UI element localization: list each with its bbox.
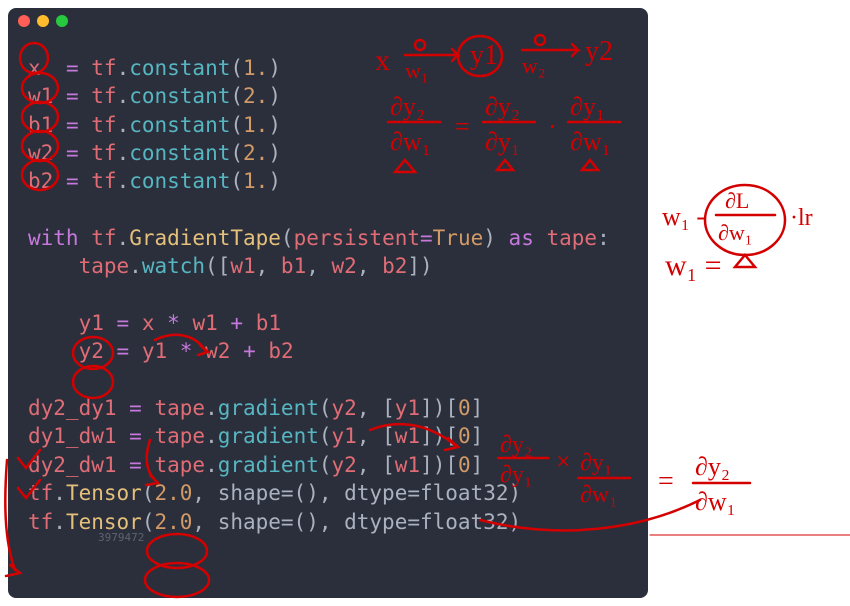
var-x: x (28, 56, 41, 80)
tensor-val-1: 2.0 (154, 481, 192, 505)
close-icon[interactable] (18, 15, 30, 27)
code-block: x = tf.constant(1.) w1 = tf.constant(2.)… (8, 34, 648, 574)
svg-text:=: = (658, 466, 674, 497)
watermark: 3979472 (98, 531, 144, 544)
svg-text:·lr: ·lr (790, 205, 813, 231)
var-w2: w2 (28, 141, 53, 165)
svg-text:w₁ =: w₁ = (665, 249, 722, 282)
var-w1: w1 (28, 84, 53, 108)
zoom-icon[interactable] (56, 15, 68, 27)
var-y2: y2 (79, 339, 104, 363)
svg-text:∂L: ∂L (725, 188, 749, 213)
svg-text:w₁ -: w₁ - (662, 202, 705, 231)
svg-text:∂y₂: ∂y₂ (695, 452, 730, 481)
svg-text:∂w₁: ∂w₁ (718, 220, 752, 245)
titlebar (8, 8, 648, 34)
minimize-icon[interactable] (37, 15, 49, 27)
code-window: x = tf.constant(1.) w1 = tf.constant(2.)… (8, 8, 648, 598)
tensor-val-2: 2.0 (154, 510, 192, 534)
var-b2: b2 (28, 169, 53, 193)
var-y1: y1 (79, 311, 104, 335)
var-b1: b1 (28, 113, 53, 137)
svg-text:∂w₁: ∂w₁ (695, 487, 736, 516)
